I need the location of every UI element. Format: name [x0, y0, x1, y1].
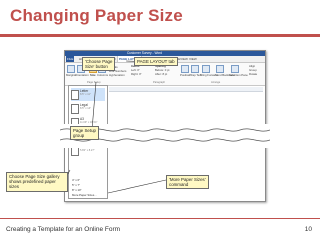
- selection-pane-icon[interactable]: [231, 65, 239, 73]
- orientation-button-label: Orientation: [75, 73, 89, 77]
- bring-forward-icon[interactable]: [202, 65, 210, 73]
- selection-pane-button-label: Selection Pane: [229, 73, 248, 77]
- callout-more-paper-sizes: 'More Paper Sizes' command: [166, 175, 209, 190]
- indent-right-field[interactable]: Right: 0": [131, 72, 142, 76]
- spacing-after-field[interactable]: After: 8 pt: [155, 72, 167, 76]
- callout-choose-page-size-button: 'Choose Page Size' button: [82, 57, 116, 72]
- callout-page-setup-group: Page Setup group: [70, 126, 99, 141]
- callout-text: 'Choose Page Size' button: [85, 59, 113, 70]
- arrange-group-label: Arrange: [211, 81, 221, 84]
- size-option-letter[interactable]: Letter 8.5" x 11": [71, 88, 105, 101]
- send-backward-icon[interactable]: [216, 65, 224, 73]
- more-paper-sizes-command[interactable]: More Paper Sizes...: [72, 193, 97, 197]
- tab-view[interactable]: VIEW: [188, 56, 198, 62]
- page-setup-group-label: Page Setup: [87, 81, 101, 84]
- paragraph-group-label: Paragraph: [153, 81, 166, 84]
- footer-divider: [0, 218, 320, 219]
- title-divider: [0, 34, 320, 37]
- wrap-text-icon[interactable]: [191, 65, 199, 73]
- page-number: 10: [304, 226, 312, 233]
- callout-page-layout-tab: PAGE LAYOUT tab: [134, 57, 178, 67]
- size-option-5x7[interactable]: 5" x 7": [72, 183, 80, 187]
- tab-file[interactable]: FILE: [66, 56, 75, 62]
- size-option-8x10[interactable]: 8" x 10": [72, 188, 82, 192]
- slide-title: Changing Paper Size: [10, 6, 183, 25]
- size-option-dimensions: 8.5" x 14": [80, 107, 92, 110]
- position-icon[interactable]: [181, 65, 189, 73]
- rotate-button[interactable]: Rotate: [249, 72, 257, 76]
- callout-text: 'More Paper Sizes' command: [169, 177, 206, 188]
- callout-gallery: Choose Page Size gallery shows predefine…: [6, 172, 68, 192]
- page-icon: [71, 104, 79, 114]
- hyphenation-button[interactable]: Hyphenation: [109, 73, 125, 77]
- columns-button-label: Columns: [97, 73, 109, 77]
- margins-icon[interactable]: [67, 65, 75, 73]
- size-option-legal[interactable]: Legal 8.5" x 14": [71, 102, 105, 115]
- callout-text: Page Setup group: [73, 128, 96, 139]
- size-button-label: Size: [90, 73, 96, 77]
- footer-text: Creating a Template for an Online Form: [6, 226, 121, 233]
- size-option-dimensions: 5.83" x 8.27": [80, 149, 95, 152]
- ruler: [109, 87, 263, 92]
- callout-text: PAGE LAYOUT tab: [137, 59, 175, 64]
- page-icon: [71, 90, 79, 100]
- size-option-dimensions: 8.5" x 11": [80, 93, 91, 96]
- callout-text: Choose Page Size gallery shows predefine…: [9, 174, 60, 190]
- word-window-title: Customer Survey - Word: [127, 51, 163, 55]
- size-option-4x6[interactable]: 4" x 6": [72, 178, 80, 182]
